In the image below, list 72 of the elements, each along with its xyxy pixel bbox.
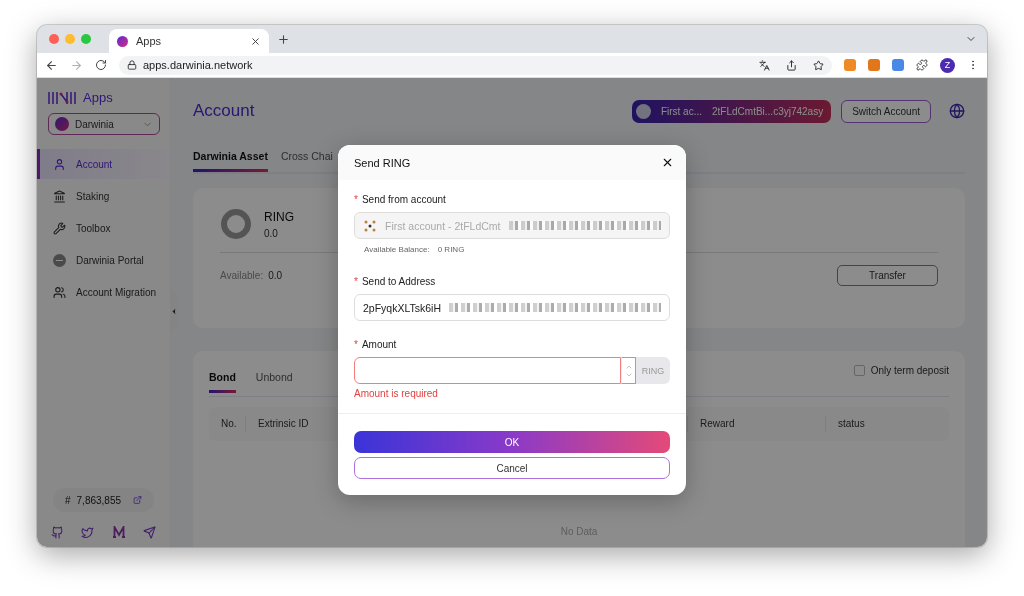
- fox-extension-icon[interactable]: [868, 59, 880, 71]
- profile-avatar[interactable]: Z: [940, 57, 955, 73]
- forward-icon[interactable]: [70, 58, 83, 72]
- medium-icon[interactable]: [111, 526, 126, 538]
- switch-account-button[interactable]: Switch Account: [841, 99, 931, 123]
- reload-icon[interactable]: [95, 59, 107, 71]
- new-tab-icon[interactable]: [277, 32, 290, 46]
- close-icon[interactable]: [250, 35, 261, 47]
- column-header: No.: [220, 417, 238, 431]
- nav-item[interactable]: Toolbox: [37, 213, 170, 243]
- field-label: * Send from account: [354, 194, 447, 205]
- collapse-icon: [170, 306, 178, 316]
- available-value: 0.0: [268, 270, 283, 281]
- puzzle-icon[interactable]: [916, 59, 928, 71]
- bank-icon: [53, 189, 66, 203]
- column-header: status: [825, 416, 949, 432]
- account-pill[interactable]: First ac... 2tFLdCmtBi...c3yj742asy: [631, 99, 832, 123]
- address-bar[interactable]: apps.darwinia.network: [119, 55, 832, 75]
- translate-icon[interactable]: [759, 59, 770, 71]
- amount-field[interactable]: [354, 357, 621, 384]
- nav-item[interactable]: Darwinia Portal: [37, 245, 170, 275]
- user-icon: [53, 157, 66, 171]
- logo-icon: [47, 90, 77, 105]
- globe-icon[interactable]: [949, 103, 965, 119]
- twitter-icon[interactable]: [81, 526, 95, 539]
- field-label: * Amount: [354, 339, 398, 350]
- column-header: Reward: [687, 416, 825, 432]
- browser-tab[interactable]: Apps: [109, 29, 269, 53]
- token-balance: 0.0: [264, 227, 279, 239]
- star-icon[interactable]: [813, 59, 824, 71]
- error-message: Amount is required: [354, 388, 439, 399]
- back-icon[interactable]: [45, 58, 58, 72]
- hint-value: 0 RING: [437, 245, 465, 254]
- checkbox-label: Only term deposit: [870, 365, 949, 376]
- ring-icon: [220, 208, 252, 240]
- brand-name: Apps: [83, 90, 113, 105]
- network-icon: [55, 117, 69, 131]
- nav-item[interactable]: Staking: [37, 181, 170, 211]
- close-icon[interactable]: [661, 156, 674, 169]
- staking-tab[interactable]: Bond: [209, 371, 236, 393]
- site-favicon: [117, 35, 128, 47]
- asset-tab[interactable]: Cross Chai: [280, 150, 333, 172]
- users-icon: [53, 285, 66, 299]
- token-name: RING: [264, 209, 294, 224]
- nav-item[interactable]: Account Migration: [37, 277, 170, 307]
- telegram-icon[interactable]: [143, 526, 156, 539]
- share-icon[interactable]: [786, 59, 797, 71]
- checkbox[interactable]: [853, 365, 865, 376]
- dialog-title: Send RING: [354, 156, 411, 169]
- wrench-icon: [53, 221, 66, 235]
- identicon-icon: [363, 218, 377, 233]
- page-title: Account: [193, 101, 256, 121]
- extension-icon[interactable]: [844, 59, 856, 71]
- spinner[interactable]: [621, 357, 636, 384]
- translate-extension-icon[interactable]: [892, 59, 904, 71]
- asset-tab[interactable]: Darwinia Asset: [193, 150, 268, 172]
- external-link-icon[interactable]: [133, 495, 142, 505]
- block-number[interactable]: # 7,863,855: [53, 488, 154, 512]
- ok-button[interactable]: OK: [354, 431, 670, 453]
- close-window-button[interactable]: [49, 34, 59, 44]
- cancel-button[interactable]: Cancel: [354, 457, 670, 479]
- staking-tab[interactable]: Unbond: [255, 371, 293, 393]
- to-address-field[interactable]: 2pFyqkXLTsk6iH: [354, 294, 670, 321]
- account-icon: [635, 103, 651, 119]
- available-label: Available:: [220, 270, 264, 281]
- unit-label: RING: [636, 357, 670, 384]
- network-selector[interactable]: Darwinia: [48, 113, 160, 135]
- transfer-button[interactable]: Transfer: [837, 265, 938, 286]
- github-icon[interactable]: [51, 526, 64, 539]
- hint-label: Available Balance:: [364, 245, 430, 254]
- field-label: * Send to Address: [354, 276, 437, 287]
- lock-icon: [127, 60, 137, 70]
